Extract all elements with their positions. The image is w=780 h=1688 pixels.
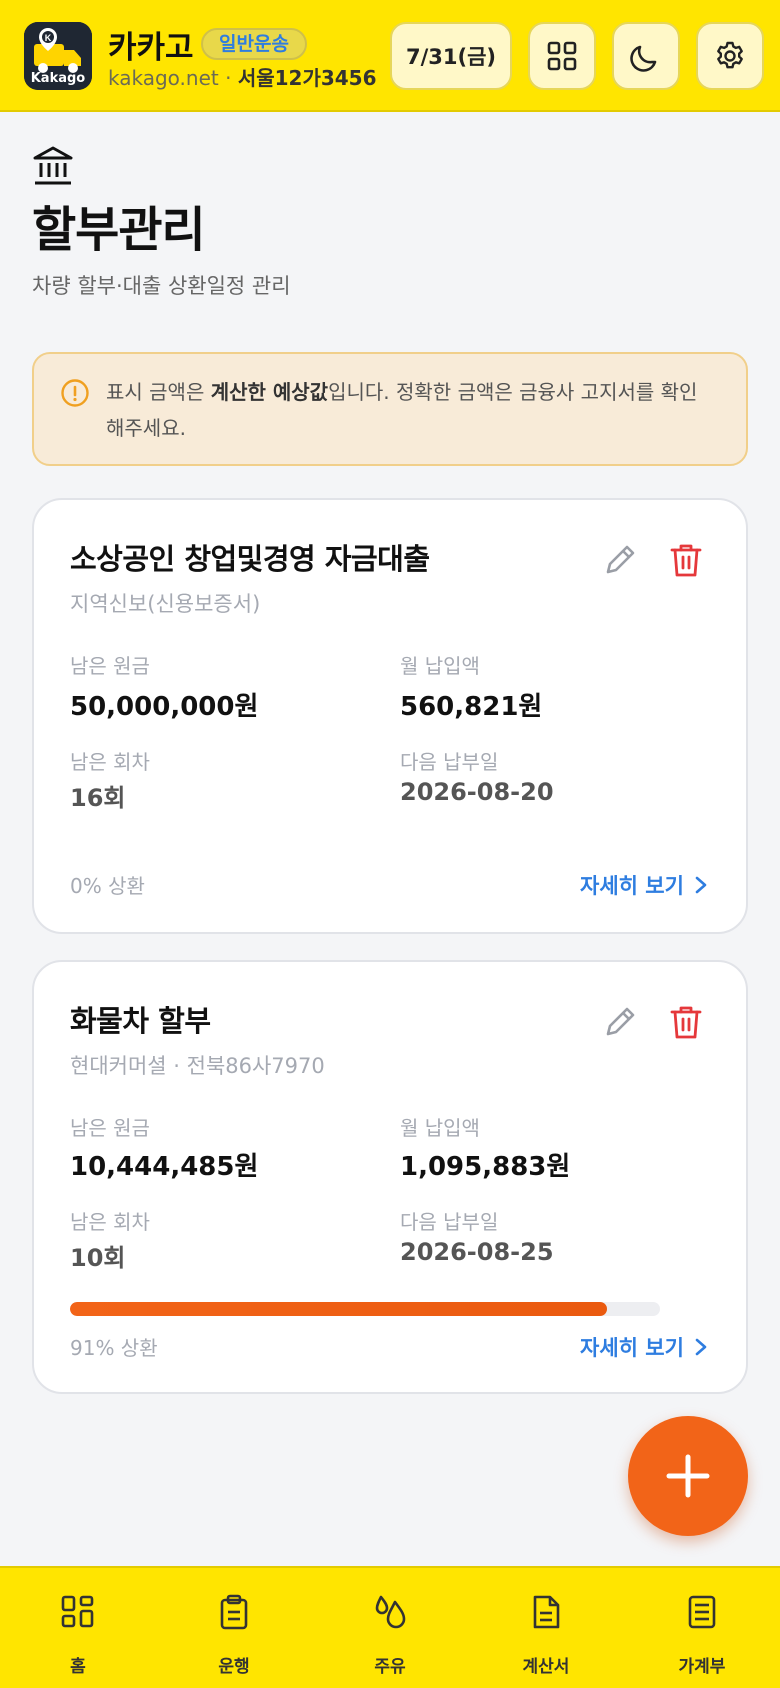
- repaid-percent: 91% 상환: [70, 1336, 158, 1360]
- monthly-payment-value: 1,095,883원: [400, 1152, 571, 1182]
- repayment-progress-bar: [70, 1302, 660, 1316]
- remaining-count-label: 남은 회차: [70, 750, 150, 774]
- nav-label: 주유: [374, 1657, 406, 1677]
- detail-link-label: 자세히 보기: [580, 1336, 684, 1360]
- repayment-progress-fill: [70, 1302, 607, 1316]
- monthly-payment-label: 월 납입액: [400, 1116, 480, 1140]
- notice-text: 표시 금액은 계산한 예상값입니다. 정확한 금액은 금융사 고지서를 확인해주…: [106, 380, 698, 440]
- nav-invoice[interactable]: 계산서: [486, 1568, 606, 1688]
- trash-icon[interactable]: [666, 540, 706, 580]
- chevron-right-icon: [695, 876, 707, 894]
- apps-button[interactable]: [528, 22, 596, 90]
- nav-home[interactable]: 홈: [18, 1568, 138, 1688]
- nav-driving[interactable]: 운행: [174, 1568, 294, 1688]
- detail-link-label: 자세히 보기: [580, 874, 684, 898]
- subline-separator: ·: [218, 66, 238, 90]
- remaining-count-value: 10회: [70, 1244, 126, 1272]
- header-subline: kakago.net · 서울12가3456: [108, 62, 377, 91]
- add-loan-button[interactable]: [628, 1416, 748, 1536]
- page-title: 할부관리: [32, 202, 206, 258]
- remaining-principal-value: 10,444,485원: [70, 1152, 259, 1182]
- loan-lender: 현대커머셜 · 전북86사7970: [70, 1054, 325, 1078]
- clipboard-icon: [220, 1594, 248, 1630]
- date-button[interactable]: 7/31(금): [390, 22, 512, 90]
- fuel-drop-icon: [375, 1595, 406, 1629]
- gear-icon: [717, 41, 743, 69]
- plus-icon: [666, 1454, 710, 1498]
- remaining-count-label: 남은 회차: [70, 1210, 150, 1234]
- site-url: kakago.net: [108, 66, 219, 90]
- pencil-icon[interactable]: [600, 540, 640, 580]
- detail-link[interactable]: 자세히 보기: [580, 870, 708, 900]
- trash-icon[interactable]: [666, 1002, 706, 1042]
- nav-label: 운행: [218, 1657, 250, 1677]
- grid-icon: [61, 1595, 94, 1628]
- nav-label: 계산서: [522, 1657, 570, 1677]
- loan-title: 화물차 할부: [70, 1004, 211, 1038]
- ledger-icon: [688, 1595, 716, 1629]
- svg-text:K: K: [45, 33, 52, 43]
- nav-ledger[interactable]: 가계부: [642, 1568, 762, 1688]
- app-header: K Kakago 카카고 일반운송 kakago.net · 서울12가3456…: [0, 0, 780, 112]
- nav-label: 가계부: [678, 1657, 726, 1677]
- logo-label: Kakago: [30, 71, 86, 86]
- detail-link[interactable]: 자세히 보기: [580, 1332, 708, 1362]
- next-due-value: 2026-08-25: [400, 1238, 554, 1266]
- vehicle-plate: 서울12가3456: [237, 66, 377, 90]
- bottom-nav: 홈 운행 주유 계산서 가계부: [0, 1566, 780, 1688]
- chevron-right-icon: [695, 1338, 707, 1356]
- bank-icon: [33, 146, 73, 185]
- remaining-count-value: 16회: [70, 784, 126, 812]
- repaid-percent: 0% 상환: [70, 874, 145, 898]
- kakago-logo[interactable]: K Kakago: [24, 22, 92, 90]
- app-name: 카카고: [108, 30, 194, 66]
- next-due-label: 다음 납부일: [400, 750, 499, 774]
- info-icon: [61, 379, 89, 407]
- next-due-label: 다음 납부일: [400, 1210, 499, 1234]
- pencil-icon[interactable]: [600, 1002, 640, 1042]
- next-due-value: 2026-08-20: [400, 778, 554, 806]
- remaining-principal-value: 50,000,000원: [70, 692, 259, 722]
- loan-title: 소상공인 창업및경영 자금대출: [70, 542, 430, 576]
- estimate-notice: 표시 금액은 계산한 예상값입니다. 정확한 금액은 금융사 고지서를 확인해주…: [32, 352, 748, 466]
- remaining-principal-label: 남은 원금: [70, 654, 150, 678]
- remaining-principal-label: 남은 원금: [70, 1116, 150, 1140]
- grid-icon: [547, 41, 577, 71]
- loan-lender: 지역신보(신용보증서): [70, 592, 261, 616]
- settings-button[interactable]: [696, 22, 764, 90]
- loan-card[interactable]: 소상공인 창업및경영 자금대출 지역신보(신용보증서) 남은 원금 50,000…: [32, 498, 748, 934]
- monthly-payment-label: 월 납입액: [400, 654, 480, 678]
- document-icon: [533, 1595, 560, 1629]
- moon-icon: [630, 45, 657, 72]
- nav-fuel[interactable]: 주유: [330, 1568, 450, 1688]
- loan-card[interactable]: 화물차 할부 현대커머셜 · 전북86사7970 남은 원금 10,444,48…: [32, 960, 748, 1394]
- dark-mode-button[interactable]: [612, 22, 680, 90]
- page-subtitle: 차량 할부·대출 상환일정 관리: [32, 274, 291, 298]
- transport-type-badge: 일반운송: [201, 28, 307, 60]
- monthly-payment-value: 560,821원: [400, 692, 543, 722]
- nav-label: 홈: [70, 1657, 86, 1677]
